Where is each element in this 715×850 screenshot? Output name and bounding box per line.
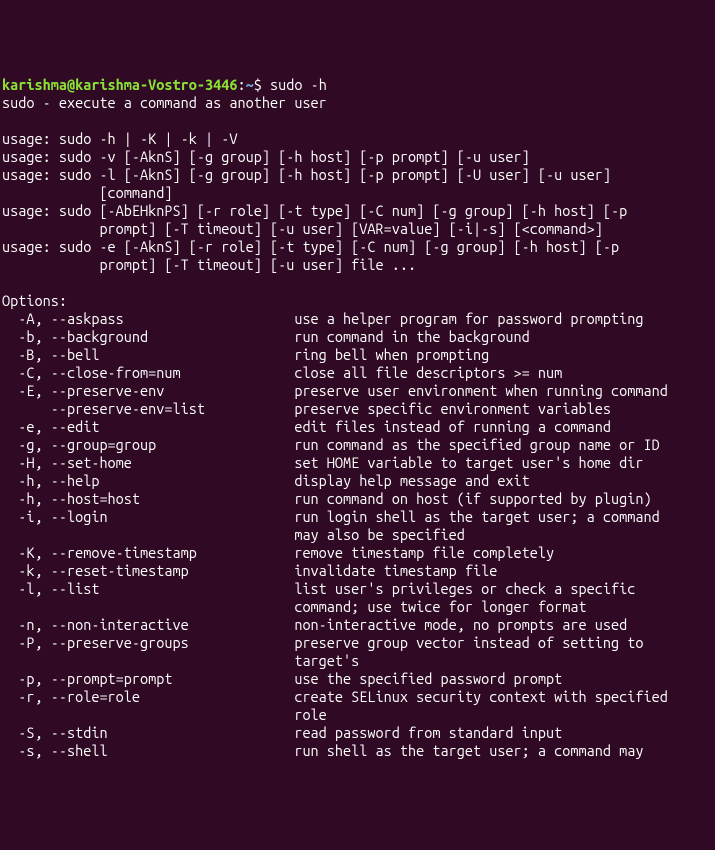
option-row: target's	[2, 652, 359, 669]
prompt-cwd: ~	[246, 76, 254, 93]
option-row: command; use twice for longer format	[2, 598, 587, 615]
option-row: -k, --reset-timestamp invalidate timesta…	[2, 562, 497, 579]
prompt-dollar: $	[254, 76, 270, 93]
option-row: -g, --group=group run command as the spe…	[2, 436, 660, 453]
option-row: -s, --shell run shell as the target user…	[2, 742, 643, 759]
option-row: role	[2, 706, 327, 723]
option-row: -B, --bell ring bell when prompting	[2, 346, 489, 363]
usage-line: usage: sudo [-AbEHknPS] [-r role] [-t ty…	[2, 202, 627, 219]
typed-command: sudo -h	[270, 76, 327, 93]
option-row: -n, --non-interactive non-interactive mo…	[2, 616, 627, 633]
option-row: -r, --role=role create SELinux security …	[2, 688, 668, 705]
prompt-user-host: karishma@karishma-Vostro-3446	[2, 76, 237, 93]
option-row: -E, --preserve-env preserve user environ…	[2, 382, 668, 399]
option-row: -l, --list list user's privileges or che…	[2, 580, 635, 597]
usage-line: [command]	[2, 184, 173, 201]
option-row: -P, --preserve-groups preserve group vec…	[2, 634, 643, 651]
option-row: --preserve-env=list preserve specific en…	[2, 400, 611, 417]
option-row: -h, --host=host run command on host (if …	[2, 490, 652, 507]
usage-line: prompt] [-T timeout] [-u user] [VAR=valu…	[2, 220, 603, 237]
option-row: -A, --askpass use a helper program for p…	[2, 310, 643, 327]
option-row: -C, --close-from=num close all file desc…	[2, 364, 562, 381]
usage-line: prompt] [-T timeout] [-u user] file ...	[2, 256, 416, 273]
prompt-colon: :	[237, 76, 245, 93]
option-row: -p, --prompt=prompt use the specified pa…	[2, 670, 562, 687]
option-row: -i, --login run login shell as the targe…	[2, 508, 660, 525]
option-row: -e, --edit edit files instead of running…	[2, 418, 611, 435]
option-row: -K, --remove-timestamp remove timestamp …	[2, 544, 554, 561]
option-row: -H, --set-home set HOME variable to targ…	[2, 454, 643, 471]
usage-line: usage: sudo -h | -K | -k | -V	[2, 130, 237, 147]
usage-line: usage: sudo -l [-AknS] [-g group] [-h ho…	[2, 166, 611, 183]
usage-line: usage: sudo -v [-AknS] [-g group] [-h ho…	[2, 148, 530, 165]
option-row: -b, --background run command in the back…	[2, 328, 530, 345]
options-header: Options:	[2, 292, 67, 309]
usage-line: usage: sudo -e [-AknS] [-r role] [-t typ…	[2, 238, 619, 255]
option-row: -h, --help display help message and exit	[2, 472, 530, 489]
option-row: may also be specified	[2, 526, 465, 543]
terminal-output[interactable]: karishma@karishma-Vostro-3446:~$ sudo -h…	[2, 76, 713, 760]
option-row: -S, --stdin read password from standard …	[2, 724, 562, 741]
sudo-header: sudo - execute a command as another user	[2, 94, 327, 111]
